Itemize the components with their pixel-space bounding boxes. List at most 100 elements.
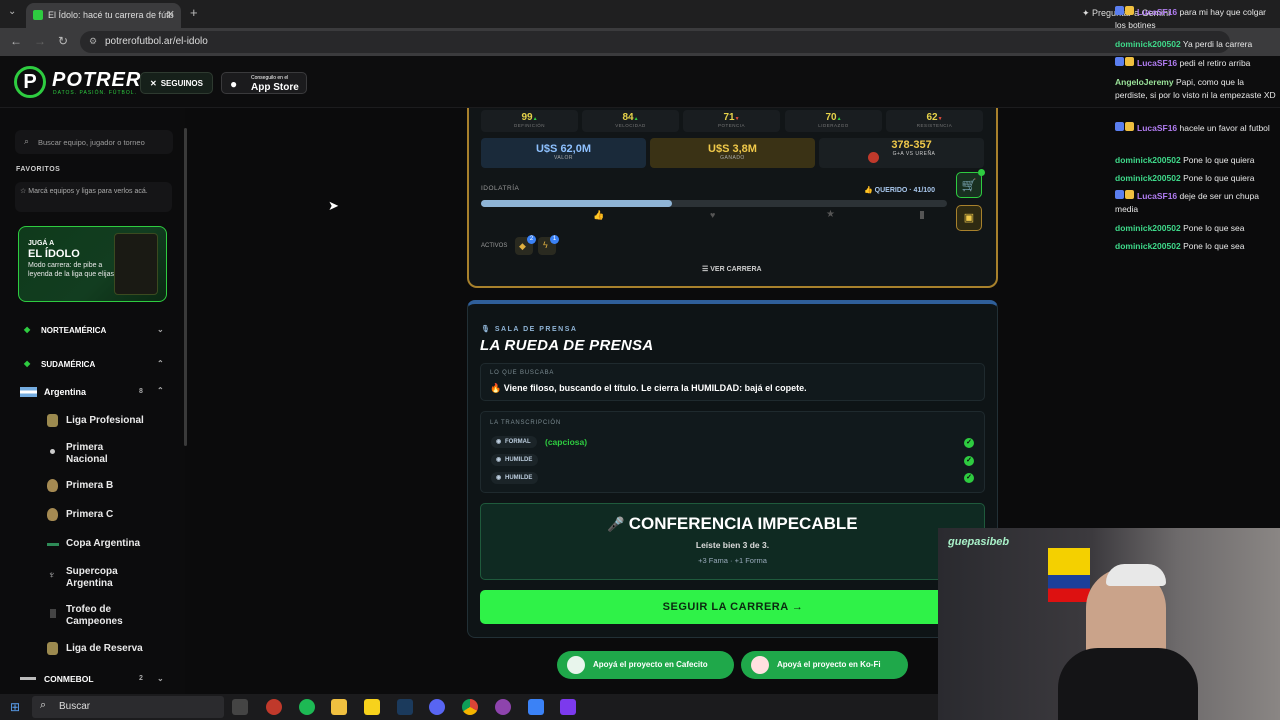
streamer-cap-image xyxy=(1106,564,1166,586)
activo-item[interactable]: ϟ 1 xyxy=(538,235,559,255)
reload-icon[interactable]: ↻ xyxy=(58,34,68,48)
task-view-icon[interactable] xyxy=(232,699,248,715)
career-card xyxy=(467,108,998,288)
promo-title: EL ÍDOLO xyxy=(28,248,80,260)
spotify-icon[interactable] xyxy=(299,699,315,715)
browser-tab[interactable]: El Ídolo: hacé tu carrera de fútb ✕ xyxy=(26,3,181,28)
follow-x-label: SEGUINOS xyxy=(160,79,203,88)
league-item[interactable]: Primera B xyxy=(0,479,185,493)
el-idolo-promo-card[interactable]: JUGÁ A EL ÍDOLO Modo carrera: de pibe a … xyxy=(18,226,167,302)
primera-c-icon xyxy=(47,508,58,521)
chat-username[interactable]: LucaSF16 xyxy=(1137,123,1177,133)
valor-value: U$S 62,0M xyxy=(535,143,592,155)
chat-username[interactable]: dominick200502 xyxy=(1115,155,1181,165)
x-logo-icon: ✕ xyxy=(150,79,157,88)
windows-start-icon[interactable]: ⊞ xyxy=(10,700,20,714)
valor-label: VALOR xyxy=(553,155,574,161)
star-icon: ☆ xyxy=(20,188,29,195)
chat-username[interactable]: AngeloJeremy xyxy=(1115,77,1174,87)
liga-reserva-icon xyxy=(47,642,58,655)
activo-item[interactable]: ◆ 2 xyxy=(515,235,536,255)
kofi-button[interactable]: Apoyá el proyecto en Ko-Fi xyxy=(741,651,908,679)
steam-icon[interactable] xyxy=(397,699,413,715)
search-icon: ⌕ xyxy=(40,699,47,711)
check-icon: ✓ xyxy=(964,456,974,466)
answer-tag-text: HUMILDE xyxy=(505,457,533,463)
forward-icon[interactable]: → xyxy=(34,34,46,48)
chat-username[interactable]: dominick200502 xyxy=(1115,39,1181,49)
app-store-button[interactable]: ● Conseguilo en el App Store xyxy=(221,72,307,94)
shield-app-icon[interactable] xyxy=(528,699,544,715)
sidebar-scrollbar[interactable] xyxy=(184,128,187,446)
result-sub: Leíste bien 3 de 3. xyxy=(695,540,770,550)
stat-value: 70 xyxy=(825,112,837,123)
cafecito-button[interactable]: Apoyá el proyecto en Cafecito xyxy=(557,651,734,679)
league-item[interactable]: Liga de Reserva xyxy=(0,642,185,656)
potrero-logo-icon[interactable]: P xyxy=(14,66,46,98)
answer-tag-text: FORMAL xyxy=(505,439,531,445)
close-tab-icon[interactable]: ✕ xyxy=(166,8,175,21)
primera-b-icon xyxy=(47,479,58,492)
url-field[interactable]: ⚙ potrerofutbol.ar/el-idolo xyxy=(80,31,1230,53)
chat-username[interactable]: dominick200502 xyxy=(1115,173,1181,183)
chat-badge-icon xyxy=(1125,122,1134,131)
trend-arrow-icon: ▲ xyxy=(633,116,639,122)
app-icon[interactable] xyxy=(266,699,282,715)
league-item[interactable]: Primera C xyxy=(0,508,185,522)
league-item[interactable]: Trofeo de Campeones xyxy=(0,603,185,629)
taskbar-search-input[interactable]: ⌕ Buscar xyxy=(32,696,224,718)
favorites-hint: Marcá equipos y ligas para verlos acá. xyxy=(28,188,148,195)
chrome-icon[interactable] xyxy=(462,699,478,715)
grid-app-icon[interactable] xyxy=(560,699,576,715)
sidebar-search-input[interactable]: ⌕ Buscar equipo, jugador o torneo xyxy=(15,130,173,154)
buscaba-label: LO QUE BUSCABA xyxy=(490,370,555,376)
stat-box: 70▲ LIDERAZGO xyxy=(785,110,882,132)
sticky-notes-icon[interactable] xyxy=(364,699,380,715)
follow-x-button[interactable]: ✕ SEGUINOS xyxy=(140,72,213,94)
league-item[interactable]: Copa Argentina xyxy=(0,537,185,551)
chat-username[interactable]: LucaSF16 xyxy=(1137,7,1177,17)
site-header: P POTRERO DATOS. PASIÓN. FÚTBOL. ✕ SEGUIN… xyxy=(0,56,1280,108)
league-label: Supercopa Argentina xyxy=(66,566,118,589)
chat-username[interactable]: dominick200502 xyxy=(1115,223,1181,233)
stat-value: 62 xyxy=(926,112,938,123)
chat-text: pedi el retiro arriba xyxy=(1179,58,1251,68)
shop-button[interactable]: 🛒 xyxy=(956,172,982,198)
new-tab-icon[interactable]: + xyxy=(190,5,198,20)
chevron-down-icon: ⌄ xyxy=(157,325,164,334)
press-kicker: 🎙 SALA DE PRENSA xyxy=(481,325,577,333)
answer-tag-text: HUMILDE xyxy=(505,475,533,481)
search-placeholder: Buscar equipo, jugador o torneo xyxy=(38,138,145,147)
promo-desc: Modo carrera: de pibe a leyenda de la li… xyxy=(28,262,115,278)
chat-username[interactable]: dominick200502 xyxy=(1115,241,1181,251)
chat-username[interactable]: LucaSF16 xyxy=(1137,191,1177,201)
continent-icon: ◆ xyxy=(24,359,31,368)
continent-icon: ◆ xyxy=(24,325,31,334)
league-item[interactable]: ♆ Supercopa Argentina xyxy=(0,565,185,591)
app-icon[interactable] xyxy=(495,699,511,715)
chat-text: hacele un favor al futbol xyxy=(1179,123,1270,133)
back-icon[interactable]: ← xyxy=(10,34,22,48)
continue-career-button[interactable]: SEGUIR LA CARRERA → xyxy=(480,590,986,624)
chat-badge-icon xyxy=(1125,190,1134,199)
trend-arrow-icon: ▲ xyxy=(836,116,842,122)
chat-username[interactable]: LucaSF16 xyxy=(1137,58,1177,68)
tab-search-icon[interactable]: ⌄ xyxy=(8,6,16,17)
ver-carrera-link[interactable]: ☰ VER CARRERA xyxy=(702,265,762,273)
file-explorer-icon[interactable] xyxy=(331,699,347,715)
conmebol-label: CONMEBOL xyxy=(44,674,94,684)
chat-text: Ya perdi la carrera xyxy=(1182,39,1253,49)
site-info-icon[interactable]: ⚙ xyxy=(89,36,97,47)
league-item[interactable]: Liga Profesional xyxy=(0,414,185,428)
primera-nacional-icon xyxy=(50,449,55,454)
cart-icon: 🛒 xyxy=(961,178,977,192)
league-item[interactable]: Primera Nacional xyxy=(0,441,185,467)
bag-button[interactable]: ▣ xyxy=(956,205,982,231)
url-text: potrerofutbol.ar/el-idolo xyxy=(105,36,208,47)
ver-carrera-label: VER CARRERA xyxy=(710,266,762,273)
microphone-small-icon: 🎙 xyxy=(481,326,495,333)
discord-icon[interactable] xyxy=(429,699,445,715)
chevron-down-icon: ⌄ xyxy=(157,674,164,683)
apple-icon: ● xyxy=(230,77,238,91)
kofi-cup-icon xyxy=(751,656,769,674)
